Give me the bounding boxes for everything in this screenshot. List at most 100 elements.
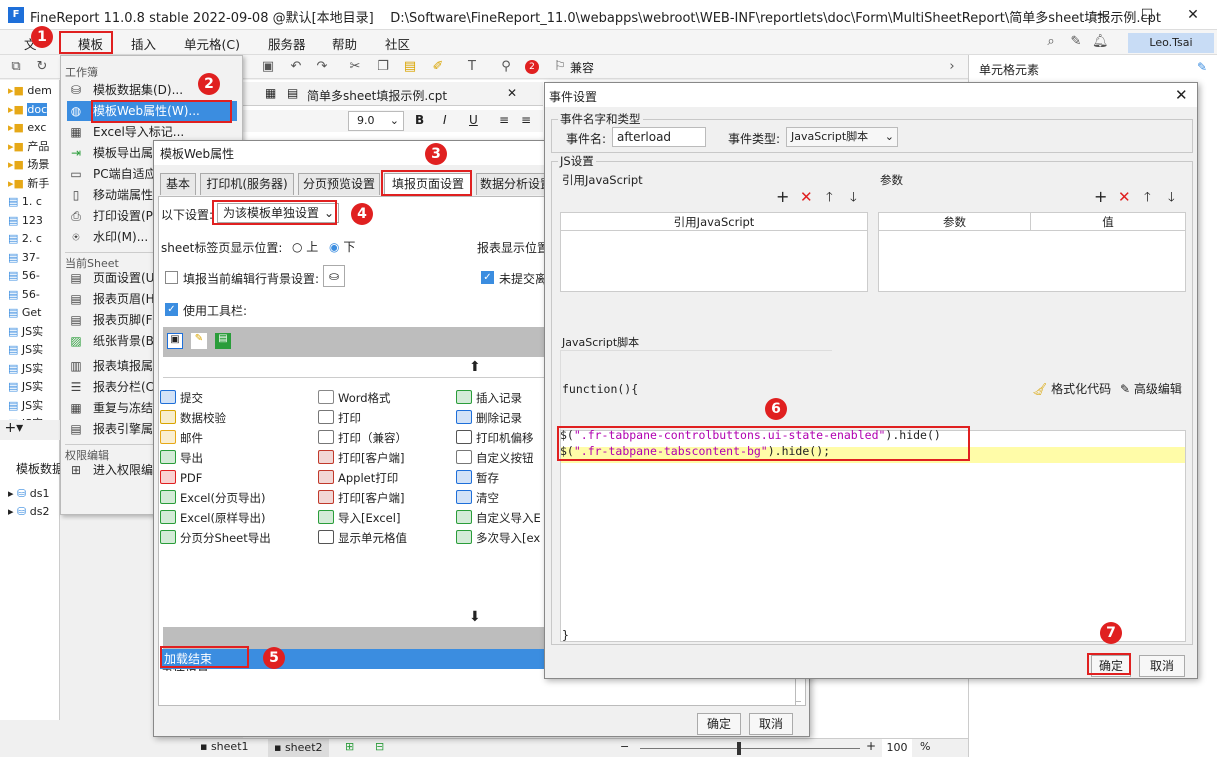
zoom-slider-track[interactable] [640, 748, 860, 749]
maximize-button[interactable]: ☐ [1130, 4, 1164, 26]
sidebar-file-6[interactable]: ▤ 1. c [8, 193, 42, 211]
toolbar-btn-2-2[interactable]: 打印机偏移 [456, 428, 534, 448]
new-icon[interactable]: ⧉ [8, 59, 24, 75]
add-report-icon[interactable]: ⊟ [375, 740, 384, 753]
zoom-value[interactable]: 100 [882, 739, 912, 757]
toolbar-btn-0-2[interactable]: 插入记录 [456, 388, 522, 408]
close-tab-icon[interactable]: ✕ [507, 86, 517, 100]
sidebar-file-3[interactable]: ▸■ 产品 [8, 138, 49, 156]
radio-bottom[interactable]: ◉ 下 [329, 238, 355, 255]
zoom-in-button[interactable]: + [866, 739, 876, 753]
paint-bucket-icon[interactable]: ⛀ [323, 265, 345, 287]
toolbar-btn-3-2[interactable]: 自定义按钮 [456, 448, 534, 468]
copy-icon[interactable]: ❐ [375, 59, 391, 75]
sidebar-file-12[interactable]: ▤ Get [8, 304, 42, 322]
toolbar-btn-7-0[interactable]: 分页分Sheet导出 [160, 528, 271, 548]
close-window-button[interactable]: ✕ [1176, 4, 1210, 26]
event-name-input[interactable]: afterload [612, 127, 706, 147]
menu-excel-import[interactable]: ▦ Excel导入标记... [67, 122, 237, 142]
menu-server[interactable]: 服务器 [268, 34, 306, 53]
sidebar-file-15[interactable]: ▤ JS实 [8, 360, 43, 378]
menu-help[interactable]: 帮助 [332, 34, 357, 53]
bold-button[interactable]: B [415, 113, 424, 127]
toolbar-btn-4-0[interactable]: PDF [160, 468, 202, 488]
ref-delete-icon[interactable]: ✕ [800, 188, 813, 206]
sidebar-file-17[interactable]: ▤ JS实 [8, 397, 43, 415]
toolbar-btn-5-0[interactable]: Excel(分页导出) [160, 488, 265, 508]
toolbar-btn-1-1[interactable]: 打印 [318, 408, 361, 428]
toolbar-btn-7-1[interactable]: 显示单元格值 [318, 528, 407, 548]
italic-button[interactable]: I [443, 113, 447, 127]
menu-cell[interactable]: 单元格(C) [184, 34, 240, 53]
toolbar-btn-0-1[interactable]: Word格式 [318, 388, 391, 408]
toolbar-btn-4-2[interactable]: 暂存 [456, 468, 499, 488]
advanced-edit-button[interactable]: ✎ 高级编辑 [1120, 380, 1182, 397]
underline-button[interactable]: U [469, 113, 478, 127]
cut-icon[interactable]: ✂ [347, 59, 363, 75]
toolbar-btn-0-0[interactable]: 提交 [160, 388, 203, 408]
sidebar-file-5[interactable]: ▸■ 新手 [8, 175, 49, 193]
radio-top[interactable]: ○ 上 [292, 238, 318, 255]
toolbar-btn-3-1[interactable]: 打印[客户端] [318, 448, 404, 468]
align-center-icon[interactable]: ≡ [521, 113, 531, 127]
toolbar-btn-4-1[interactable]: Applet打印 [318, 468, 398, 488]
user-name[interactable]: Leo.Tsai [1128, 33, 1214, 53]
move-down-arrow[interactable]: ⬇ [469, 609, 481, 625]
format-painter-icon[interactable]: ✐ [430, 59, 446, 75]
refresh-icon[interactable]: ↻ [34, 59, 50, 75]
dataset-ds2[interactable]: ▸ ⛁ ds2 [8, 505, 49, 518]
add-sheet-icon[interactable]: ⊞ [345, 740, 354, 753]
compat-label[interactable]: 兼容 [570, 59, 594, 76]
save-icon[interactable]: ▣ [260, 59, 276, 75]
sidebar-file-10[interactable]: ▤ 56- [8, 267, 40, 285]
add-dataset-button[interactable]: +▾ [0, 420, 60, 440]
sidebar-file-0[interactable]: ▸■ dem [8, 82, 52, 100]
toolbar-btn-5-1[interactable]: 打印[客户端] [318, 488, 404, 508]
tab-preview[interactable]: 分页预览设置 [298, 173, 380, 195]
tab-basic[interactable]: 基本 [160, 173, 196, 195]
unsubmitted-checkbox[interactable]: ✓ [481, 271, 494, 284]
toolbar-checkbox[interactable]: ✓ [165, 303, 178, 316]
sheet1-tab[interactable]: ▪ sheet1 [200, 740, 249, 753]
toolbar-btn-6-0[interactable]: Excel(原样导出) [160, 508, 265, 528]
font-size-select[interactable]: 9.0 ⌄ [348, 111, 404, 131]
sheet2-tab[interactable]: ▪ sheet2 [268, 739, 329, 757]
sidebar-file-9[interactable]: ▤ 37- [8, 249, 40, 267]
sidebar-file-14[interactable]: ▤ JS实 [8, 341, 43, 359]
toolbar-btn-1-2[interactable]: 删除记录 [456, 408, 522, 428]
toolbar-btn-3-0[interactable]: 导出 [160, 448, 203, 468]
zoom-out-button[interactable]: − [620, 740, 629, 753]
menu-insert[interactable]: 插入 [131, 34, 156, 53]
edit-icon[interactable]: ✎ [1197, 60, 1207, 74]
param-down-icon[interactable]: 🡓 [1168, 188, 1175, 210]
tab-printer[interactable]: 打印机(服务器) [200, 173, 294, 195]
move-up-arrow[interactable]: ⬆ [469, 359, 481, 375]
sidebar-file-1[interactable]: ▸■ doc [8, 101, 48, 119]
param-up-icon[interactable]: 🡑 [1144, 188, 1151, 210]
minimize-button[interactable]: — [1084, 4, 1118, 26]
ref-down-icon[interactable]: 🡓 [850, 188, 857, 210]
sidebar-file-13[interactable]: ▤ JS实 [8, 323, 43, 341]
bell-icon[interactable]: 🔔︎ [1092, 34, 1109, 50]
event-cancel-button[interactable]: 取消 [1139, 655, 1185, 677]
search-icon[interactable]: ⌕ [1043, 34, 1059, 50]
sidebar-file-16[interactable]: ▤ JS实 [8, 378, 43, 396]
redo-icon[interactable]: ↷ [314, 59, 330, 75]
align-left-icon[interactable]: ≡ [499, 113, 509, 127]
preview-icon[interactable]: ⚲ [498, 59, 514, 75]
ref-up-icon[interactable]: 🡑 [826, 188, 833, 210]
toolbar-btn-6-1[interactable]: 导入[Excel] [318, 508, 400, 528]
sidebar-file-4[interactable]: ▸■ 场景 [8, 156, 49, 174]
param-delete-icon[interactable]: ✕ [1118, 188, 1131, 206]
toolbar-btn-7-2[interactable]: 多次导入[ex [456, 528, 540, 548]
format-code-button[interactable]: 🧹︎ 格式化代码 [1032, 380, 1111, 397]
undo-icon[interactable]: ↶ [288, 59, 304, 75]
sidebar-file-7[interactable]: ▤ 123 [8, 212, 43, 230]
menu-community[interactable]: 社区 [385, 34, 410, 53]
event-dialog-close-icon[interactable]: ✕ [1175, 86, 1188, 104]
web-cancel-button[interactable]: 取消 [749, 713, 793, 735]
web-ok-button[interactable]: 确定 [697, 713, 741, 735]
dataset-ds1[interactable]: ▸ ⛁ ds1 [8, 487, 49, 500]
toolbar-btn-6-2[interactable]: 自定义导入E [456, 508, 541, 528]
ref-add-icon[interactable]: + [776, 187, 789, 206]
